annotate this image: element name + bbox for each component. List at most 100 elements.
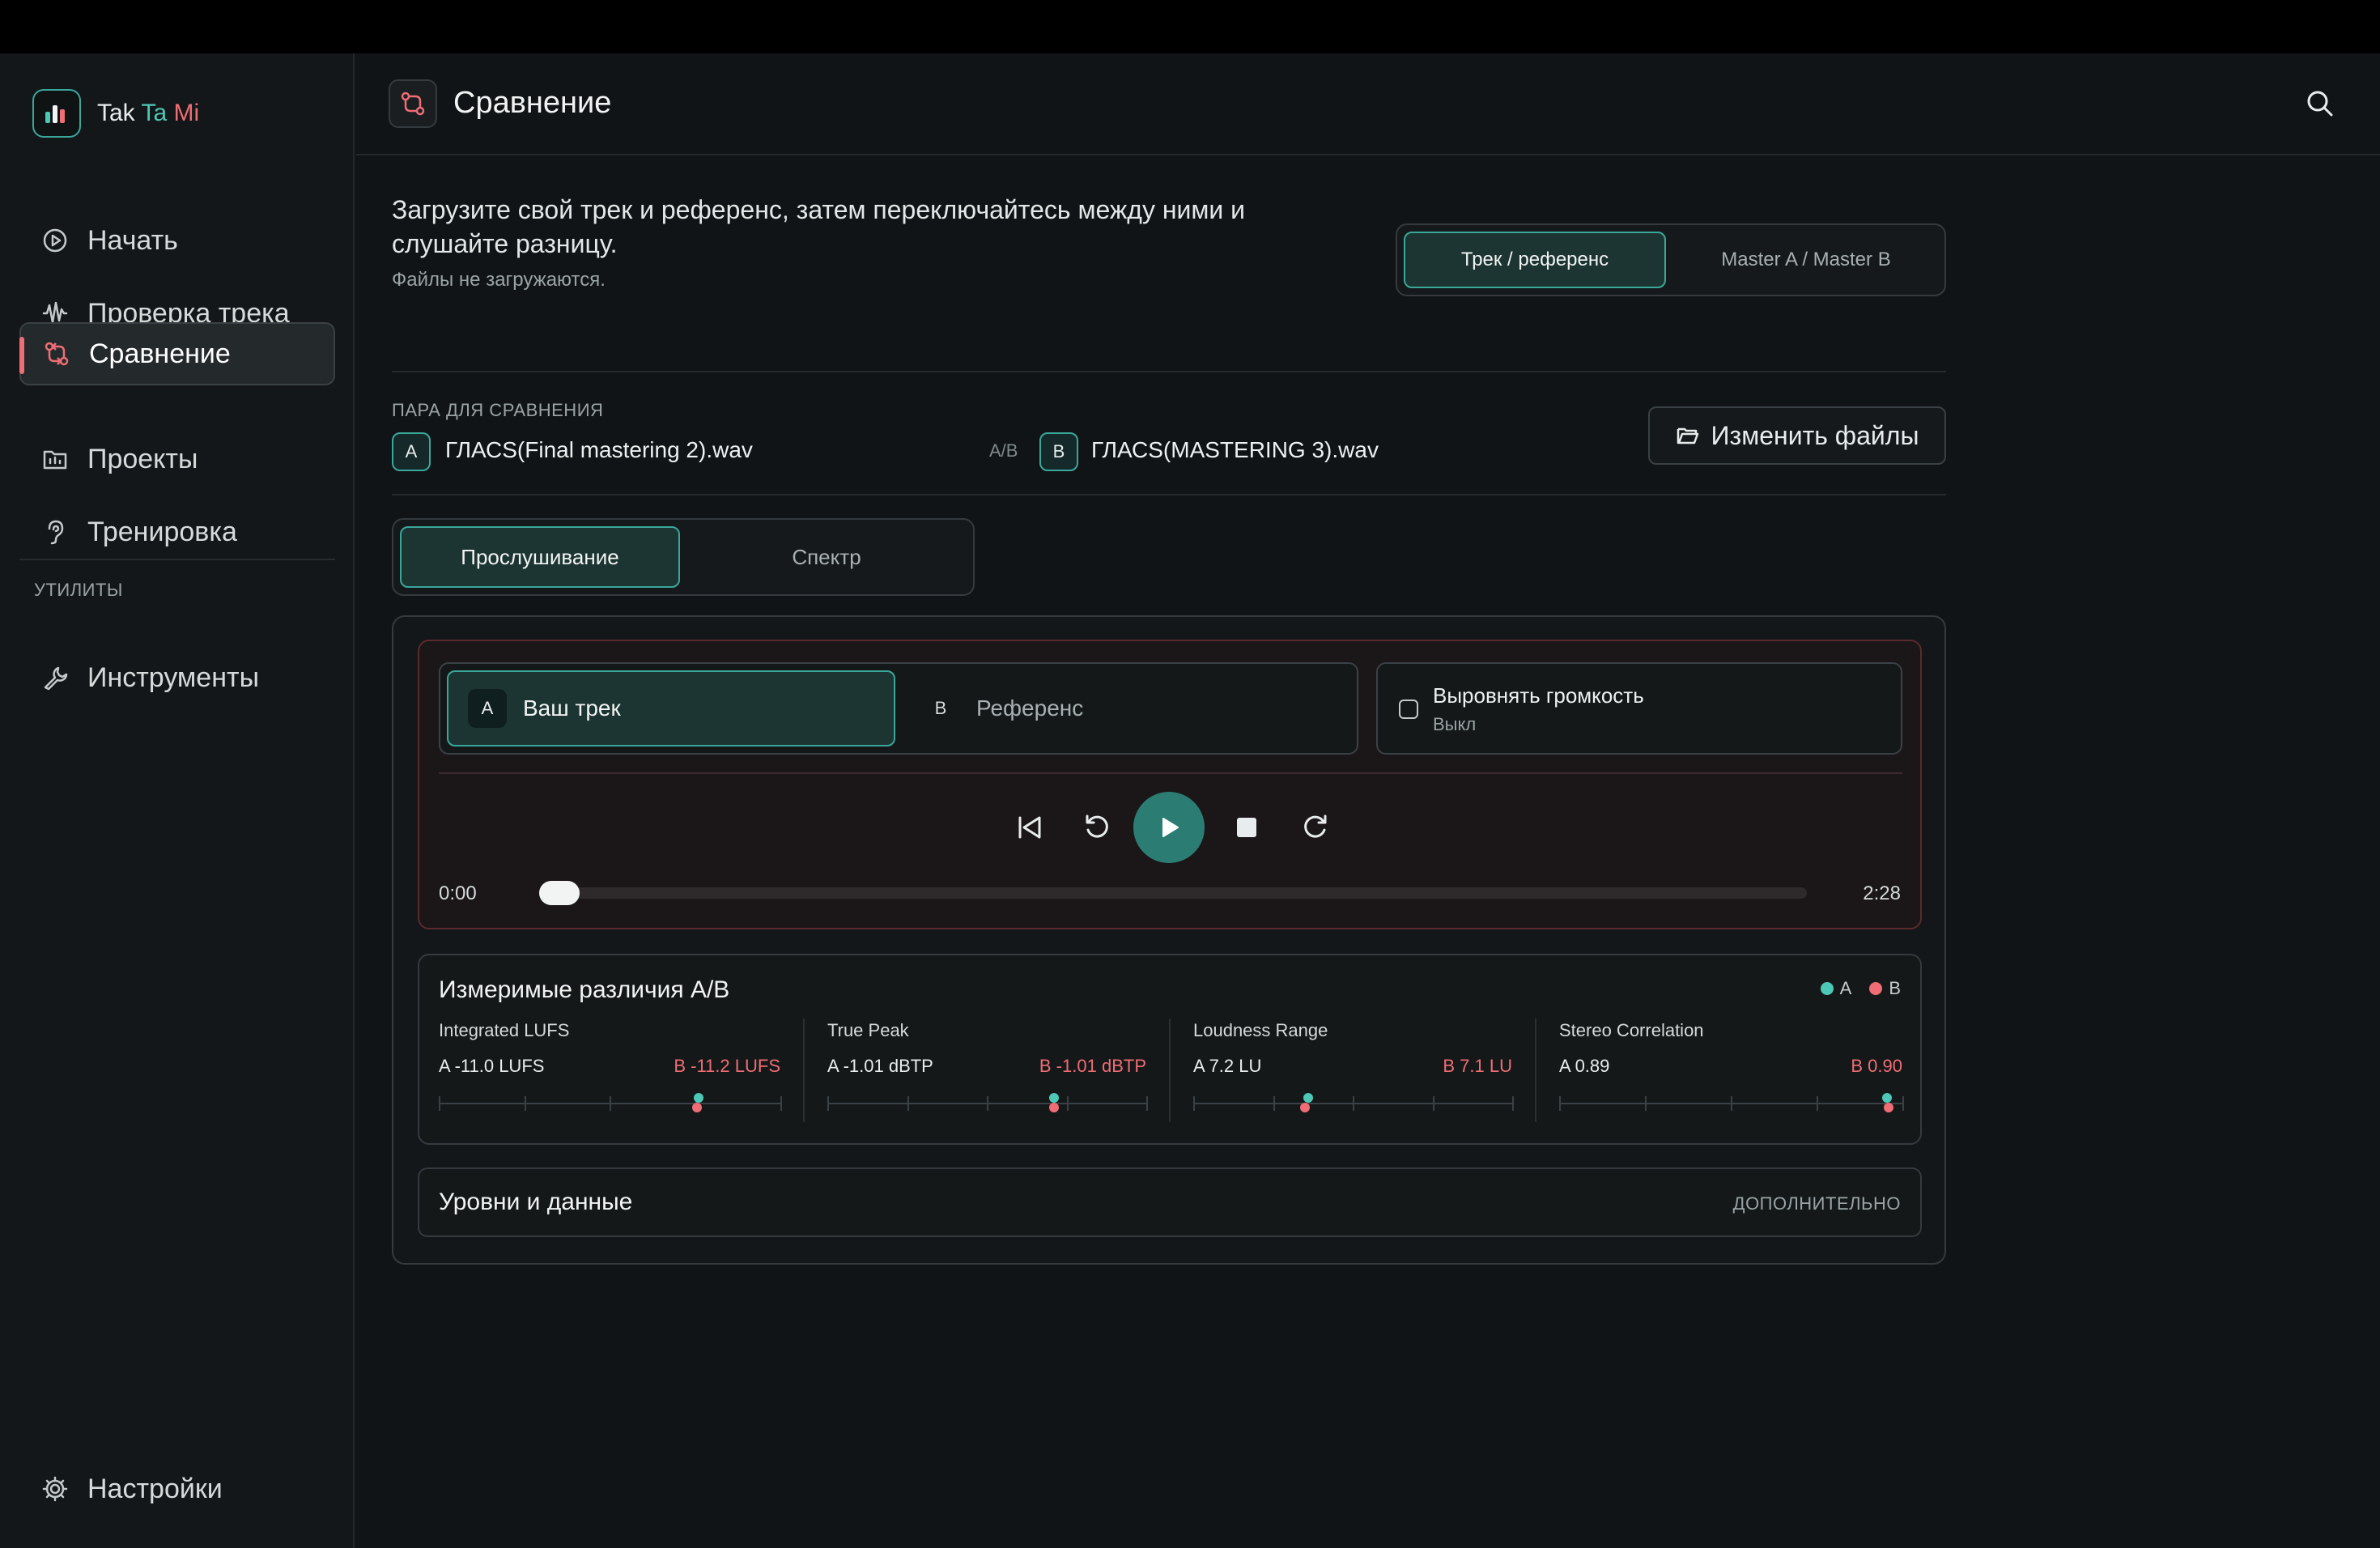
stop-button[interactable] [1229,810,1264,845]
metric-marker-a [1303,1093,1313,1103]
change-files-button[interactable]: Изменить файлы [1648,406,1946,465]
metric-value-a: A -11.0 LUFS [439,1056,545,1076]
metric-track [439,1093,782,1112]
metrics-legend: A B [1803,978,1901,999]
file-b-badge: B [1039,432,1078,471]
metric-tick [1645,1096,1647,1111]
metric-tick [1353,1096,1354,1111]
sidebar-item-start[interactable]: Начать [19,209,335,272]
metric-marker-a [1048,1093,1059,1103]
metric-tick [1512,1096,1514,1111]
legend-item-b: B [1869,978,1901,999]
seek-bar[interactable] [539,881,1807,905]
sidebar-divider [19,559,335,560]
sidebar-item-projects[interactable]: Проекты [19,427,335,491]
metric-tick [907,1096,909,1111]
sidebar-item-label: Проекты [87,443,198,474]
loudness-match-toggle[interactable]: Выровнять громкость Выкл [1376,662,1902,755]
ab-option-label: Ваш трек [523,695,621,721]
divider [392,371,1946,372]
seek-handle[interactable] [539,881,580,905]
metric-name: Integrated LUFS [439,1020,570,1040]
ab-option-a[interactable]: A Ваш трек [447,670,895,746]
metric-track [827,1093,1148,1112]
metric-tick [1273,1096,1275,1111]
stop-icon [1237,818,1256,837]
metric-integrated-lufs: Integrated LUFS A -11.0 LUFS B -11.2 LUF… [439,1020,782,1133]
app-name: Tak Ta Mi [97,100,200,126]
metric-tick [439,1096,440,1111]
mode-switch: Трек / референс Master A / Master B [1396,223,1946,296]
sidebar-item-label: Инструменты [87,661,260,693]
play-icon [1162,818,1179,837]
metric-tick [1193,1096,1195,1111]
repeat-button[interactable] [1297,810,1332,845]
sidebar-item-label: Тренировка [87,516,237,547]
metric-tick [1731,1096,1732,1111]
metric-value-a: A -1.01 dBTP [827,1056,933,1076]
loudness-checkbox[interactable] [1399,700,1418,719]
metric-loudness-range: Loudness Range A 7.2 LU B 7.1 LU [1193,1020,1514,1133]
metric-tick [1433,1096,1434,1111]
metric-divider [1535,1019,1536,1122]
skip-back-icon [1018,816,1041,839]
metric-track [1559,1093,1904,1112]
sidebar-item-tools[interactable]: Инструменты [19,646,335,709]
metric-tick [1817,1096,1818,1111]
play-button[interactable] [1133,792,1205,863]
metric-stereo-correlation: Stereo Correlation A 0.89 B 0.90 [1559,1020,1904,1133]
metric-value-b: B 0.90 [1851,1056,1902,1076]
rewind-icon [1086,814,1108,838]
tab-spectrum[interactable]: Спектр [686,526,967,588]
sidebar-item-training[interactable]: Тренировка [19,500,335,563]
folder-icon [39,443,71,475]
logo-icon [32,89,81,138]
metrics-card: Измеримые различия A/B A B Integrated LU… [418,954,1922,1145]
time-current: 0:00 [439,882,477,904]
metric-tick [1067,1096,1069,1111]
metric-tick [1902,1096,1904,1111]
metric-marker-b [1884,1103,1894,1112]
tab-listening[interactable]: Прослушивание [400,526,680,588]
compare-icon [389,79,437,128]
legend-dot-a [1820,982,1834,995]
change-files-label: Изменить файлы [1711,420,1919,450]
wrench-icon [39,661,71,694]
pair-label: ПАРА ДЛЯ СРАВНЕНИЯ [392,400,604,420]
loudness-title: Выровнять громкость [1433,683,1644,708]
metric-value-b: B -11.2 LUFS [674,1056,780,1076]
levels-section[interactable]: Уровни и данные ДОПОЛНИТЕЛЬНО [418,1167,1922,1237]
sidebar-item-compare[interactable]: Сравнение [19,322,335,385]
mode-track-reference[interactable]: Трек / референс [1404,232,1666,288]
compare-icon [40,338,73,370]
search-button[interactable] [2302,86,2338,121]
metric-marker-a [1881,1093,1892,1103]
metric-marker-a [693,1093,703,1103]
metric-tick [827,1096,829,1111]
metric-divider [803,1019,805,1122]
sidebar-item-label: Настройки [87,1473,223,1504]
page-title: Сравнение [453,86,612,120]
sidebar-section-title: УТИЛИТЫ [34,580,123,600]
metric-tick [610,1096,611,1111]
skip-back-button[interactable] [1012,810,1048,845]
sidebar-item-label: Сравнение [89,338,231,369]
metric-value-a: A 0.89 [1559,1056,1610,1076]
time-total: 2:28 [1863,882,1901,904]
metric-value-a: A 7.2 LU [1193,1056,1262,1076]
app-logo[interactable]: Tak Ta Mi [32,89,199,138]
metric-tick [1559,1096,1561,1111]
file-b-name: ГЛАСS(MASTERING 3).wav [1091,437,1379,462]
divider [392,494,1946,495]
rewind-button[interactable] [1080,810,1116,845]
sidebar-item-settings[interactable]: Настройки [19,1457,335,1520]
levels-more-link[interactable]: ДОПОЛНИТЕЛЬНО [1733,1193,1901,1214]
gear-icon [39,1473,71,1505]
intro-text: Загрузите свой трек и референс, затем пе… [392,195,1246,258]
metric-tick [1146,1096,1148,1111]
mode-master-ab[interactable]: Master A / Master B [1672,232,1940,288]
sidebar-item-label: Начать [87,224,178,256]
ab-option-b[interactable]: B Референс [902,670,1352,746]
metric-tick [987,1096,988,1111]
ab-letter-a: A [468,689,507,728]
